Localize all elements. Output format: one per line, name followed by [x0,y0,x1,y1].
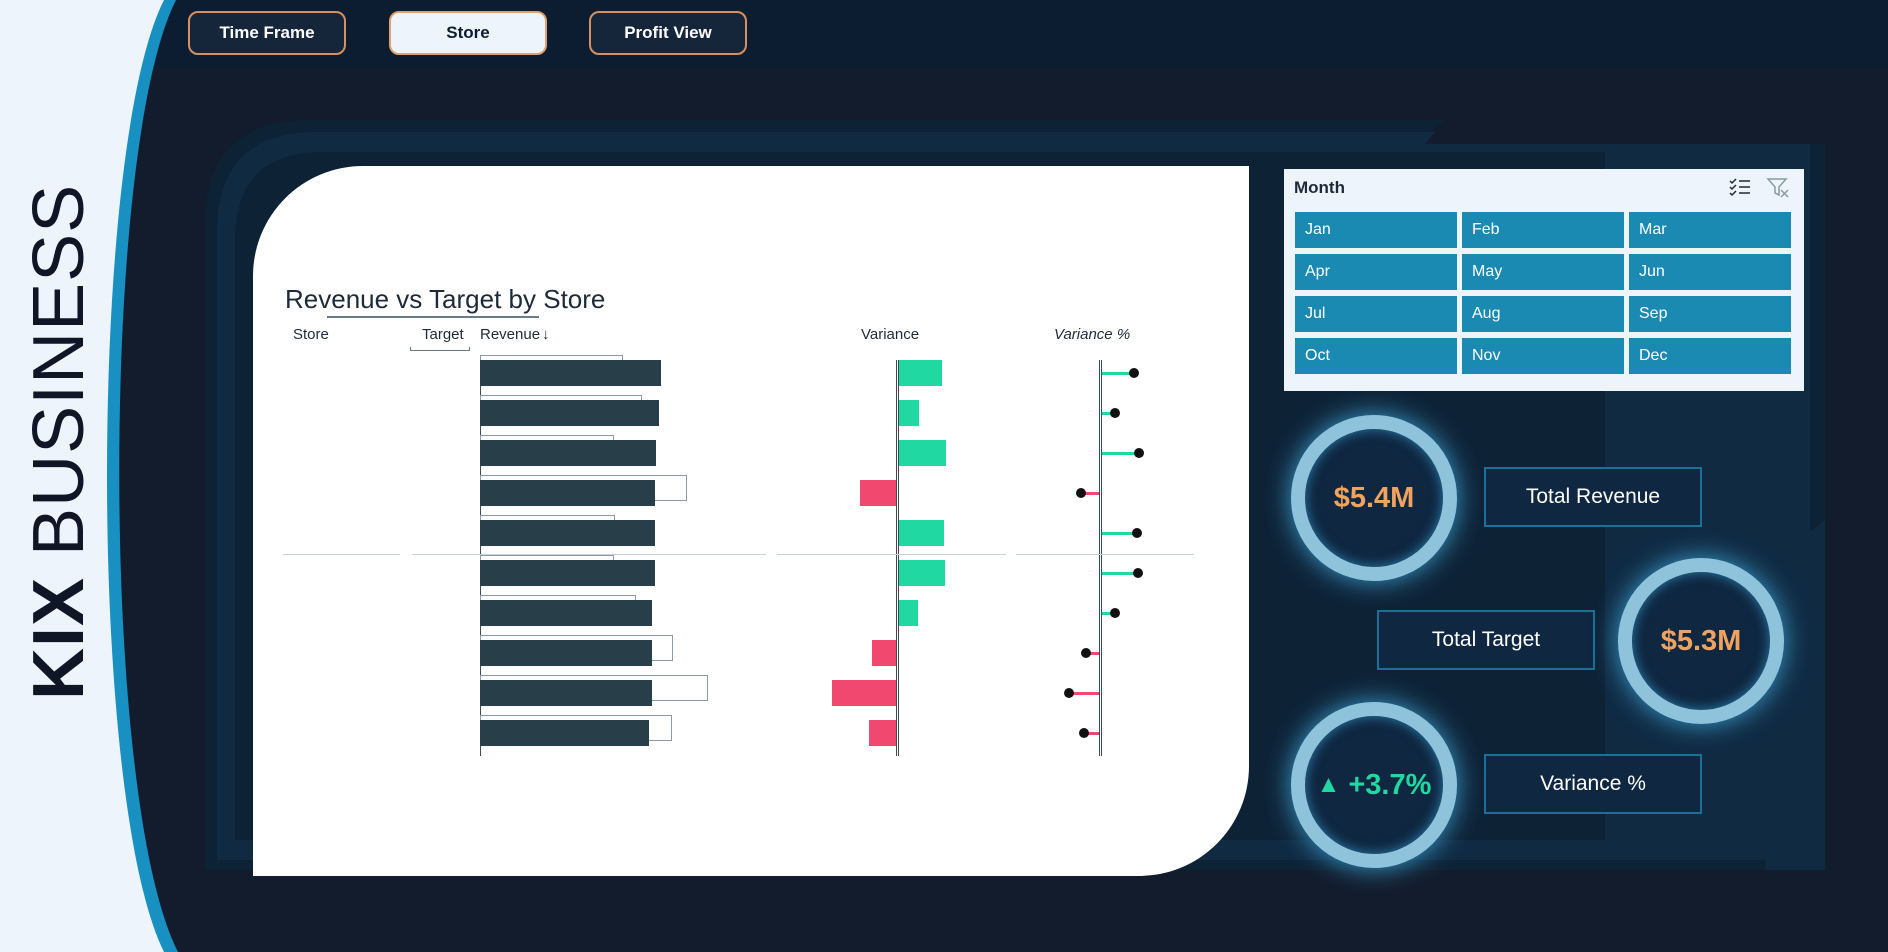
total-revenue-label: Total Revenue [1484,467,1702,527]
brand-logo: KIX BUSINESS [18,184,100,700]
month-button-oct[interactable]: Oct [1295,338,1457,374]
variance-pct-dot [1109,608,1120,618]
chart-title: Revenue vs Target by Store [285,284,606,314]
total-target-value: $5.3M [1660,624,1742,657]
variance-bar [899,560,945,586]
variance-pct-dot [1109,408,1120,418]
total-target-label: Total Target [1377,610,1595,670]
total-revenue-value: $5.4M [1333,481,1415,514]
row-separator [777,554,1006,555]
revenue-bar [480,360,662,386]
time-frame-button[interactable]: Time Frame [188,11,346,55]
header-store[interactable]: Store [293,326,329,343]
revenue-bar [480,640,652,666]
month-button-dec[interactable]: Dec [1629,338,1791,374]
revenue-bar [480,440,656,466]
month-button-mar[interactable]: Mar [1629,212,1791,248]
month-button-feb[interactable]: Feb [1462,212,1624,248]
variance-bar [832,680,896,706]
variance-bar [899,400,919,426]
revenue-bar [480,400,659,426]
month-button-jun[interactable]: Jun [1629,254,1791,290]
total-revenue-ring: $5.4M [1291,415,1457,581]
revenue-bar [480,560,655,586]
row-separator [1016,554,1194,555]
variance-pct-dot [1129,368,1140,378]
variance-bar [899,440,947,466]
profit-view-button[interactable]: Profit View [589,11,747,55]
brand-light: BUSINESS [19,183,99,556]
variance-bar [899,600,918,626]
month-button-may[interactable]: May [1462,254,1624,290]
header-target[interactable]: Target [422,326,464,343]
variance-bar [872,640,896,666]
store-button[interactable]: Store [389,11,547,55]
row-separator [283,554,400,555]
revenue-bar [480,520,656,546]
header-variance-pct[interactable]: Variance % [1054,326,1130,343]
brand-bold: KIX [19,576,99,700]
variance-bar [899,360,943,386]
revenue-bar [480,680,652,706]
variance-pct-dot [1133,568,1143,578]
title-underline [327,316,539,318]
month-button-aug[interactable]: Aug [1462,296,1624,332]
variance-bar [868,720,896,746]
variance-pct-dot [1081,648,1092,658]
variance-pct-value: +3.7% [1348,768,1432,801]
sort-arrow-icon[interactable]: ↓ [542,326,550,343]
variance-pct-ring: ▲ +3.7% [1291,702,1457,868]
clear-filter-icon[interactable] [1766,176,1790,198]
revenue-bar [480,720,649,746]
month-button-jul[interactable]: Jul [1295,296,1457,332]
total-target-ring: $5.3M [1618,558,1784,724]
revenue-bar [480,600,653,626]
month-button-sep[interactable]: Sep [1629,296,1791,332]
variance-bar [899,520,945,546]
month-button-jan[interactable]: Jan [1295,212,1457,248]
select-all-icon[interactable] [1728,176,1752,198]
variance-pct-axis [1099,360,1102,756]
target-header-underline [410,347,470,351]
variance-bar [860,480,896,506]
variance-up-arrow-icon: ▲ [1316,771,1341,798]
variance-pct-dot [1075,488,1086,498]
revenue-bar [480,480,656,506]
month-button-apr[interactable]: Apr [1295,254,1457,290]
month-button-nov[interactable]: Nov [1462,338,1624,374]
variance-pct-label: Variance % [1484,754,1702,814]
slicer-title: Month [1294,178,1345,197]
header-variance[interactable]: Variance [861,326,919,343]
header-revenue[interactable]: Revenue [480,326,540,343]
